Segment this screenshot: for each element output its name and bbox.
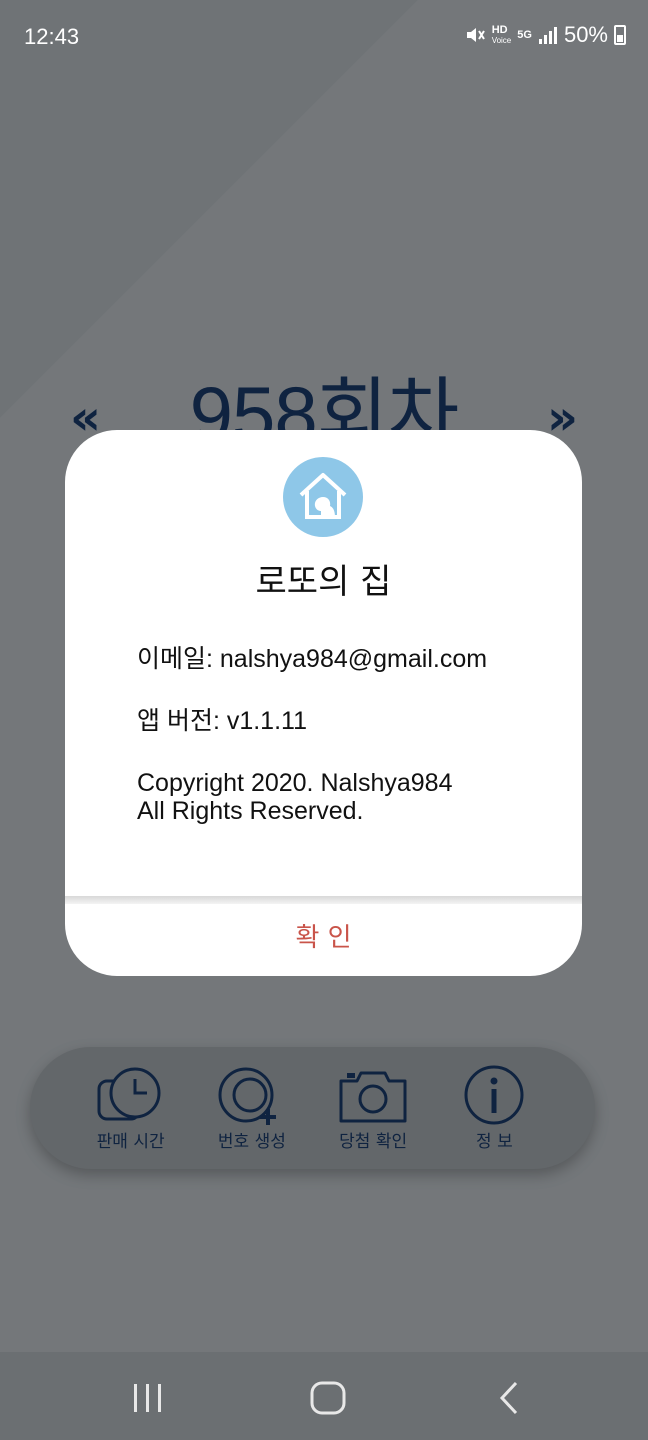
app-info-dialog: 로또의 집 이메일: nalshya984@gmail.com 앱 버전: v1… — [65, 430, 582, 976]
hd-voice-label: HD Voice — [491, 23, 512, 45]
bottom-nav: 판매 시간 번호 생성 당첨 확인 정 보 — [30, 1047, 595, 1169]
email-text: 이메일: nalshya984@gmail.com — [137, 645, 488, 673]
nav-item-check-winning[interactable]: 당첨 확인 — [318, 1065, 428, 1152]
system-nav-bar — [0, 1352, 648, 1440]
status-bar: 12:43 HD Voice 5G 50% — [0, 0, 648, 76]
house-logo-icon — [283, 457, 363, 537]
dialog-body: 이메일: nalshya984@gmail.com 앱 버전: v1.1.11 … — [137, 645, 557, 825]
network-type: 5G — [517, 29, 532, 41]
confirm-button[interactable]: 확 인 — [65, 904, 582, 976]
copyright-line: Copyright 2020. Nalshya984 — [137, 769, 453, 797]
signal-icon — [538, 27, 557, 44]
recent-apps-icon[interactable] — [128, 1380, 168, 1416]
copyright-text: Copyright 2020. Nalshya984 All Rights Re… — [137, 769, 557, 825]
battery-percent: 50% — [563, 22, 608, 47]
back-icon[interactable] — [490, 1380, 530, 1416]
nav-label: 판매 시간 — [96, 1131, 165, 1152]
nav-item-generate-numbers[interactable]: 번호 생성 — [197, 1065, 307, 1152]
battery-icon — [614, 25, 626, 45]
nav-item-sales-time[interactable]: 판매 시간 — [76, 1065, 186, 1152]
status-icons: HD Voice 5G 50% — [464, 22, 626, 48]
copyright-line: All Rights Reserved. — [137, 797, 364, 825]
home-icon[interactable] — [308, 1380, 348, 1416]
status-time: 12:43 — [24, 24, 80, 49]
mute-icon — [466, 28, 485, 42]
info-icon — [464, 1065, 524, 1124]
dialog-title: 로또의 집 — [255, 562, 392, 602]
clock-icon — [97, 1067, 161, 1120]
nav-item-info[interactable]: 정 보 — [439, 1065, 549, 1152]
nav-label: 번호 생성 — [217, 1131, 286, 1152]
dialog-divider — [65, 896, 582, 904]
camera-icon — [339, 1071, 407, 1122]
nav-label: 정 보 — [476, 1131, 513, 1152]
nav-label: 당첨 확인 — [339, 1131, 408, 1152]
version-text: 앱 버전: v1.1.11 — [137, 707, 307, 735]
search-add-icon — [218, 1067, 276, 1125]
